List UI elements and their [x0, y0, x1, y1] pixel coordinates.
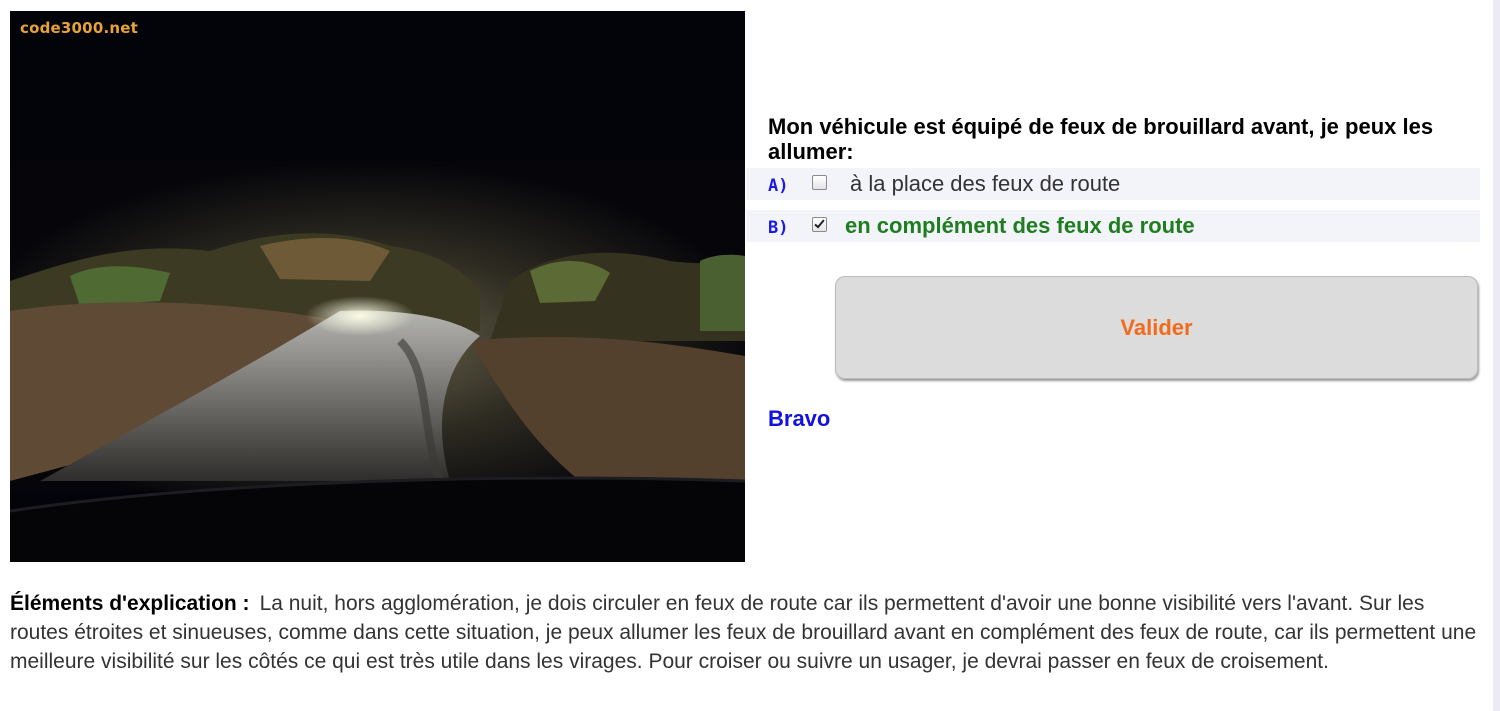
answer-option-b[interactable]: B) en complément des feux de route: [746, 210, 1480, 242]
scrollbar-track[interactable]: [1493, 0, 1500, 711]
result-message: Bravo: [768, 406, 831, 431]
answer-letter: B): [768, 217, 789, 238]
answer-b-checkbox[interactable]: [812, 216, 827, 232]
watermark-logo: code3000.net: [20, 19, 138, 37]
question-text: Mon véhicule est équipé de feux de broui…: [768, 114, 1434, 164]
quiz-page: code3000.net Mon véhicule est équipé de …: [0, 0, 1500, 711]
explanation-block: Éléments d'explication : La nuit, hors ag…: [10, 589, 1480, 676]
answer-a-checkbox[interactable]: [812, 174, 827, 190]
question-photo: code3000.net: [10, 11, 745, 562]
answer-label-correct: en complément des feux de route: [845, 213, 1195, 238]
night-road-photo-icon: [10, 11, 745, 562]
explanation-label: Éléments d'explication :: [10, 592, 250, 615]
answer-letter: A): [768, 175, 789, 196]
validate-button[interactable]: Valider: [835, 276, 1478, 379]
answer-option-a[interactable]: A) à la place des feux de route: [746, 168, 1480, 200]
answer-label: à la place des feux de route: [850, 171, 1121, 196]
